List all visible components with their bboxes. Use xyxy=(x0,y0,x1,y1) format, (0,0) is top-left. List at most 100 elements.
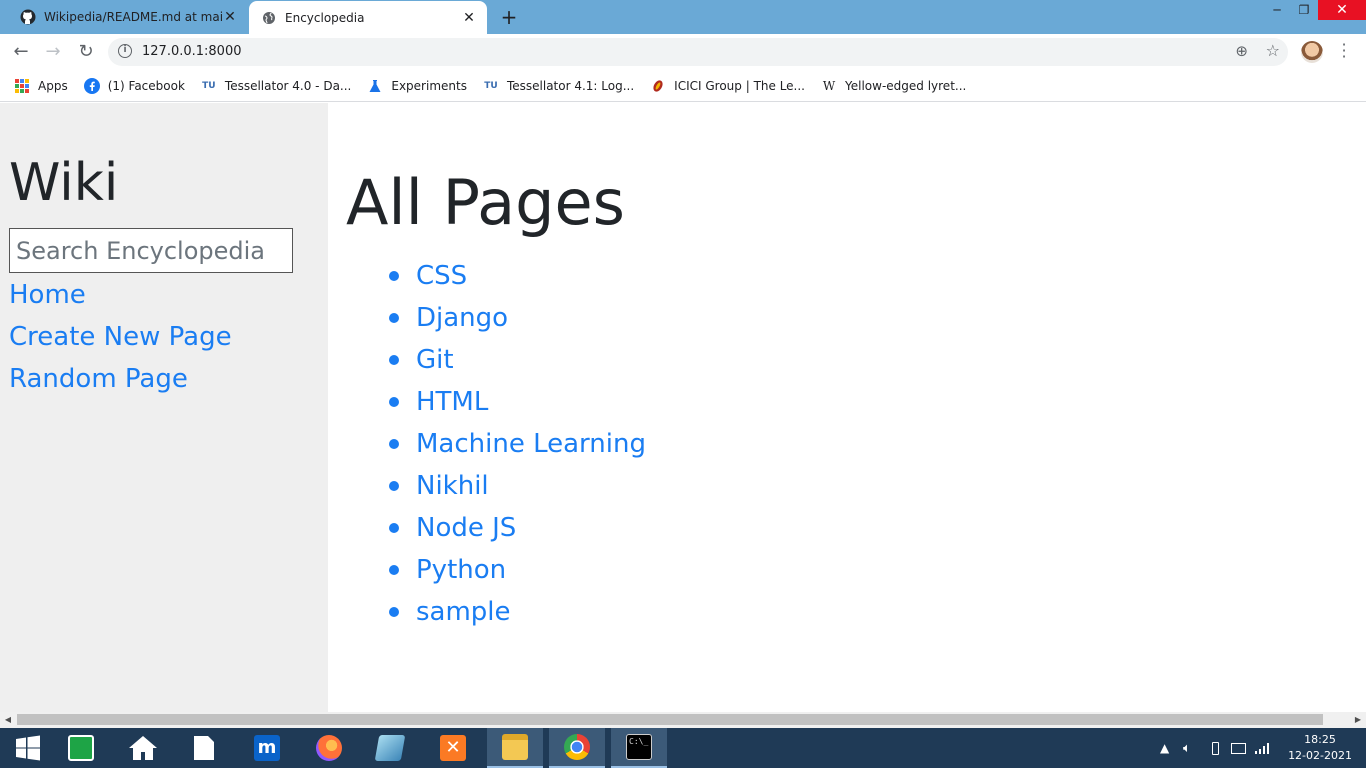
entry-link-sample[interactable]: sample xyxy=(416,597,511,627)
tab-title: Encyclopedia xyxy=(285,10,365,25)
clock-time: 18:25 xyxy=(1304,733,1336,746)
tab-github[interactable]: Wikipedia/README.md at main · ✕ xyxy=(0,0,248,34)
bookmark-label: ICICI Group | The Le... xyxy=(674,78,805,93)
folder-icon xyxy=(502,734,528,760)
list-item: Node JS xyxy=(386,511,646,553)
list-item: Git xyxy=(386,343,646,385)
chrome-icon xyxy=(564,734,590,760)
forward-icon[interactable]: → xyxy=(41,40,65,64)
bookmark-tessellator-41[interactable]: TU Tessellator 4.1: Log... xyxy=(483,78,634,94)
site-info-icon[interactable]: i xyxy=(118,44,132,58)
bookmark-wikipedia[interactable]: W Yellow-edged lyret... xyxy=(821,78,967,94)
home-icon xyxy=(129,736,157,760)
entries-list: CSS Django Git HTML Machine Learning Nik… xyxy=(386,259,646,637)
show-hidden-icons-icon[interactable]: ▲ xyxy=(1160,728,1169,768)
back-icon[interactable]: ← xyxy=(9,40,33,64)
zoom-icon[interactable]: ⊕ xyxy=(1235,42,1248,60)
store-icon xyxy=(68,735,94,761)
list-item: sample xyxy=(386,595,646,637)
entry-link-django[interactable]: Django xyxy=(416,303,508,333)
flask-icon xyxy=(367,78,383,94)
apps-grid-icon xyxy=(14,78,30,94)
search-input[interactable] xyxy=(9,228,293,273)
notes-icon xyxy=(374,735,406,761)
bookmark-label: Experiments xyxy=(391,78,467,93)
minimize-icon[interactable]: ─ xyxy=(1264,0,1290,20)
windows-icon xyxy=(16,735,40,761)
menu-icon[interactable]: · · · xyxy=(1338,37,1350,65)
url-text[interactable]: 127.0.0.1:8000 xyxy=(142,44,242,59)
wikipedia-icon: W xyxy=(822,78,836,93)
create-new-page-link[interactable]: Create New Page xyxy=(9,321,232,353)
restore-icon[interactable]: ❐ xyxy=(1291,0,1317,20)
bookmark-star-icon[interactable]: ☆ xyxy=(1266,41,1280,60)
display-icon[interactable] xyxy=(1231,728,1246,768)
globe-icon xyxy=(261,10,277,26)
bookmark-facebook[interactable]: (1) Facebook xyxy=(83,77,185,94)
browser-toolbar: ← → ↻ i 127.0.0.1:8000 ⊕ ☆ · · · xyxy=(0,34,1366,70)
bookmark-label: Apps xyxy=(38,78,68,93)
taskbar-home[interactable] xyxy=(115,728,171,768)
scroll-right-icon[interactable]: ▶ xyxy=(1353,714,1363,726)
battery-icon[interactable] xyxy=(1212,728,1219,768)
tessellator-icon: TU xyxy=(202,80,216,91)
bookmark-tessellator-40[interactable]: TU Tessellator 4.0 - Da... xyxy=(201,78,351,94)
taskbar-notes[interactable] xyxy=(362,728,418,768)
list-item: HTML xyxy=(386,385,646,427)
taskbar-maxthon[interactable]: m xyxy=(239,728,295,768)
entry-link-html[interactable]: HTML xyxy=(416,387,488,417)
entry-link-machine-learning[interactable]: Machine Learning xyxy=(416,429,646,459)
profile-avatar[interactable] xyxy=(1301,41,1323,63)
taskbar-file-explorer[interactable] xyxy=(487,728,543,768)
firefox-icon xyxy=(316,735,342,761)
taskbar-terminal[interactable]: C:\_ xyxy=(611,728,667,768)
horizontal-scrollbar[interactable]: ◀ ▶ xyxy=(0,712,1366,728)
close-icon[interactable]: ✕ xyxy=(461,10,477,26)
entry-link-git[interactable]: Git xyxy=(416,345,454,375)
entry-link-css[interactable]: CSS xyxy=(416,261,467,291)
tab-encyclopedia[interactable]: Encyclopedia ✕ xyxy=(249,1,487,34)
taskbar-store[interactable] xyxy=(53,728,109,768)
taskbar-firefox[interactable] xyxy=(301,728,357,768)
system-clock[interactable]: 18:25 12-02-2021 xyxy=(1288,732,1352,764)
tessellator-icon: TU xyxy=(484,80,498,91)
scrollbar-thumb[interactable] xyxy=(17,714,1323,725)
github-icon xyxy=(20,9,36,25)
entry-link-python[interactable]: Python xyxy=(416,555,506,585)
taskbar-xampp[interactable]: ✕ xyxy=(425,728,481,768)
browser-titlebar: Wikipedia/README.md at main · ✕ Encyclop… xyxy=(0,0,1366,34)
list-item: Nikhil xyxy=(386,469,646,511)
bookmark-apps[interactable]: Apps xyxy=(14,78,68,94)
start-button[interactable] xyxy=(0,728,56,768)
volume-icon[interactable]: 🔈︎ xyxy=(1183,728,1191,768)
site-brand: Wiki xyxy=(9,153,119,213)
bookmark-experiments[interactable]: Experiments xyxy=(367,78,467,94)
list-item: Python xyxy=(386,553,646,595)
terminal-icon: C:\_ xyxy=(626,734,652,760)
network-icon[interactable] xyxy=(1255,728,1271,768)
reload-icon[interactable]: ↻ xyxy=(74,40,98,64)
taskbar-document[interactable] xyxy=(176,728,232,768)
taskbar: m ✕ C:\_ ▲ 🔈︎ 18:25 12-02-2021 xyxy=(0,728,1366,768)
random-page-link[interactable]: Random Page xyxy=(9,363,188,395)
address-bar[interactable]: i 127.0.0.1:8000 ⊕ ☆ xyxy=(108,38,1288,66)
taskbar-chrome[interactable] xyxy=(549,728,605,768)
bookmarks-bar: Apps (1) Facebook TU Tessellator 4.0 - D… xyxy=(0,70,1366,102)
xampp-icon: ✕ xyxy=(440,735,466,761)
bookmark-label: Yellow-edged lyret... xyxy=(845,78,967,93)
tab-title: Wikipedia/README.md at main · xyxy=(44,10,222,24)
page-content: Wiki Home Create New Page Random Page Al… xyxy=(0,103,1366,712)
new-tab-button[interactable]: + xyxy=(498,6,520,28)
window-close-button[interactable]: ✕ xyxy=(1318,0,1366,20)
entry-link-nikhil[interactable]: Nikhil xyxy=(416,471,489,501)
close-icon[interactable]: ✕ xyxy=(222,9,238,25)
list-item: CSS xyxy=(386,259,646,301)
entry-link-node-js[interactable]: Node JS xyxy=(416,513,516,543)
list-item: Django xyxy=(386,301,646,343)
home-link[interactable]: Home xyxy=(9,279,86,311)
page-title: All Pages xyxy=(346,166,625,239)
scroll-left-icon[interactable]: ◀ xyxy=(3,714,13,726)
bookmark-label: Tessellator 4.0 - Da... xyxy=(224,78,352,93)
sidebar: Wiki Home Create New Page Random Page xyxy=(0,103,328,712)
bookmark-icici[interactable]: ICICI Group | The Le... xyxy=(650,78,805,94)
